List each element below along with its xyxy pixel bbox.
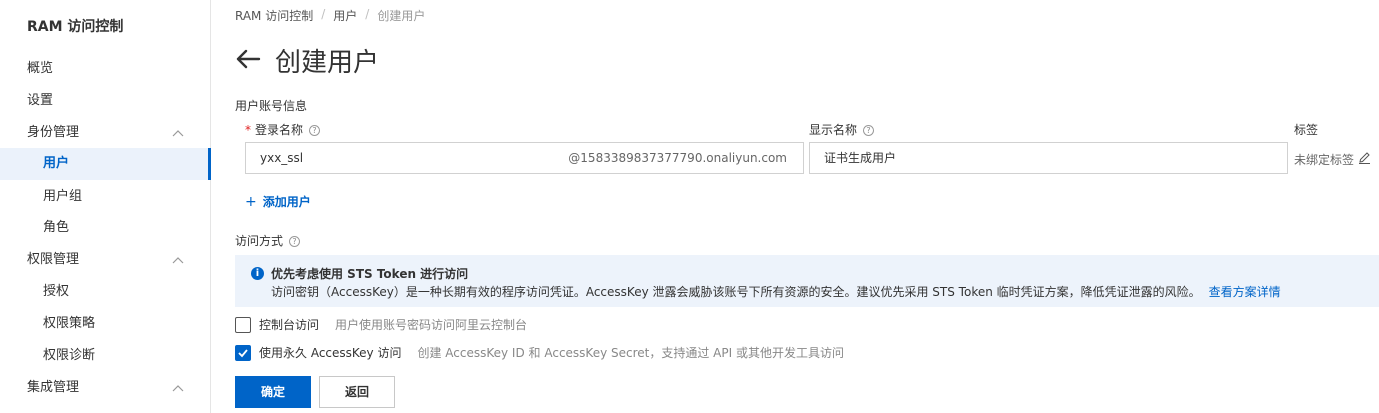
sidebar-item-label: 身份管理 — [27, 125, 80, 140]
access-method-label: 访问方式? — [235, 232, 301, 249]
login-name-label-text: 登录名称 — [255, 123, 304, 137]
checkmark-icon — [238, 348, 248, 357]
plus-icon: + — [245, 194, 257, 210]
accesskey-access-description: 创建 AccessKey ID 和 AccessKey Secret，支持通过 … — [417, 346, 844, 360]
console-access-label: 控制台访问 — [259, 318, 320, 332]
page-title: 创建用户 — [275, 48, 380, 78]
sidebar-item-roles[interactable]: 角色 — [0, 212, 211, 244]
breadcrumb-link-ram[interactable]: RAM 访问控制 — [235, 7, 313, 24]
help-icon[interactable]: ? — [863, 125, 875, 136]
sidebar-group-permissions[interactable]: 权限管理 — [0, 244, 211, 276]
sidebar-item-user-groups[interactable]: 用户组 — [0, 181, 211, 213]
add-user-label: 添加用户 — [262, 195, 311, 209]
chevron-up-icon — [172, 130, 184, 137]
accesskey-access-option[interactable]: 使用永久 AccessKey 访问 创建 AccessKey ID 和 Acce… — [235, 344, 844, 361]
required-marker: * — [245, 123, 251, 137]
sidebar-item-policies[interactable]: 权限策略 — [0, 308, 211, 340]
sidebar-group-identity[interactable]: 身份管理 — [0, 117, 211, 149]
access-method-label-text: 访问方式 — [235, 234, 284, 248]
sidebar-item-label: 权限策略 — [43, 316, 96, 331]
sidebar-item-diagnosis[interactable]: 权限诊断 — [0, 340, 211, 372]
alert-description-text: 访问密钥（AccessKey）是一种长期有效的程序访问凭证。AccessKey … — [271, 285, 1201, 299]
breadcrumb-link-users[interactable]: 用户 — [333, 7, 357, 24]
user-info-section-label: 用户账号信息 — [235, 99, 308, 113]
back-arrow-icon[interactable] — [235, 48, 261, 70]
sidebar-item-grants[interactable]: 授权 — [0, 276, 211, 308]
main-content: RAM 访问控制 / 用户 / 创建用户 创建用户 用户账号信息 * 登录名称? … — [211, 0, 1379, 413]
sidebar-group-integration[interactable]: 集成管理 — [0, 372, 211, 404]
sidebar-item-label: 用户组 — [43, 189, 83, 204]
sidebar-item-label: 集成管理 — [27, 380, 80, 395]
console-access-description: 用户使用账号密码访问阿里云控制台 — [335, 318, 528, 332]
chevron-up-icon — [172, 257, 184, 264]
sidebar-item-settings[interactable]: 设置 — [0, 85, 211, 117]
add-user-button[interactable]: + 添加用户 — [245, 193, 311, 210]
edit-icon[interactable] — [1358, 151, 1371, 164]
accesskey-access-label: 使用永久 AccessKey 访问 — [259, 346, 402, 360]
breadcrumb: RAM 访问控制 / 用户 / 创建用户 — [235, 7, 425, 24]
sidebar-item-label: 用户 — [43, 156, 70, 171]
sidebar-item-label: 角色 — [43, 220, 70, 235]
sidebar-item-users[interactable]: 用户 — [0, 148, 211, 180]
info-icon: i — [251, 267, 264, 280]
alert-title: 优先考虑使用 STS Token 进行访问 — [271, 267, 469, 281]
login-name-field[interactable]: yxx_ssl @1583389837377790.onaliyun.com — [245, 142, 804, 174]
display-name-field[interactable]: 证书生成用户 — [809, 142, 1288, 174]
sidebar-item-label: 权限管理 — [27, 252, 80, 267]
console-access-option[interactable]: 控制台访问 用户使用账号密码访问阿里云控制台 — [235, 316, 527, 333]
sidebar-item-label: 授权 — [43, 284, 70, 299]
display-name-value: 证书生成用户 — [824, 151, 897, 165]
display-name-label: 显示名称? — [809, 121, 875, 138]
help-icon[interactable]: ? — [309, 125, 321, 136]
sidebar-item-label: 权限诊断 — [43, 348, 96, 363]
info-alert: i 优先考虑使用 STS Token 进行访问 访问密钥（AccessKey）是… — [235, 255, 1379, 307]
back-button[interactable]: 返回 — [319, 376, 395, 408]
alert-description: 访问密钥（AccessKey）是一种长期有效的程序访问凭证。AccessKey … — [271, 283, 1281, 300]
confirm-button[interactable]: 确定 — [235, 376, 311, 408]
accesskey-access-checkbox[interactable] — [235, 344, 251, 361]
sidebar-item-overview[interactable]: 概览 — [0, 53, 211, 85]
login-name-value: yxx_ssl — [260, 151, 304, 165]
breadcrumb-current: 创建用户 — [377, 9, 426, 23]
login-name-label: * 登录名称? — [245, 121, 321, 138]
alert-details-link[interactable]: 查看方案详情 — [1209, 285, 1281, 299]
sidebar-title: RAM 访问控制 — [27, 19, 124, 35]
sidebar: RAM 访问控制 概览 设置 身份管理 用户 用户组 角色 权限管理 授权 权限… — [0, 0, 211, 413]
breadcrumb-separator: / — [365, 7, 370, 21]
console-access-checkbox[interactable] — [235, 316, 251, 333]
display-name-label-text: 显示名称 — [809, 123, 858, 137]
login-name-suffix: @1583389837377790.onaliyun.com — [568, 151, 787, 165]
tags-label: 标签 — [1294, 123, 1319, 137]
chevron-up-icon — [172, 385, 184, 392]
sidebar-item-label: 概览 — [27, 61, 54, 76]
tags-value: 未绑定标签 — [1294, 153, 1355, 167]
help-icon[interactable]: ? — [289, 236, 301, 247]
breadcrumb-separator: / — [321, 7, 326, 21]
sidebar-item-label: 设置 — [27, 93, 54, 108]
